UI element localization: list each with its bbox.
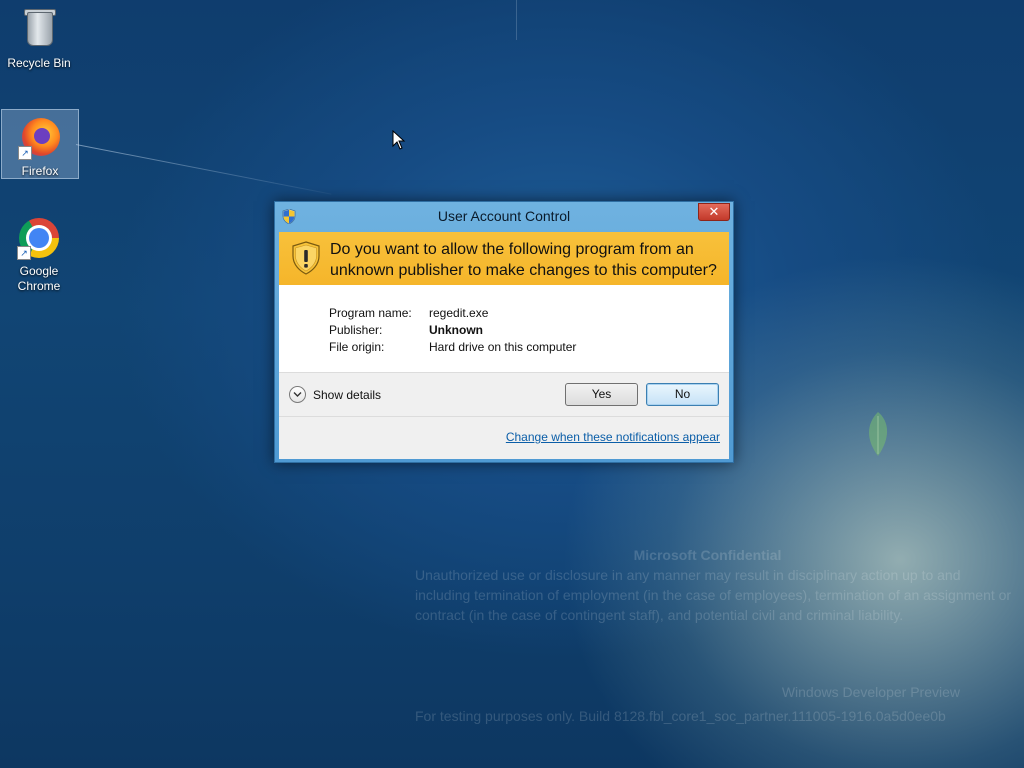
info-row-origin: File origin: Hard drive on this computer	[329, 340, 709, 357]
file-origin-value: Hard drive on this computer	[429, 340, 577, 354]
footer-divider	[279, 416, 729, 417]
desktop-icon-chrome[interactable]: ↗ Google Chrome	[1, 214, 77, 298]
shortcut-arrow-icon: ↗	[17, 246, 31, 260]
shortcut-arrow-icon: ↗	[18, 146, 32, 160]
yes-button[interactable]: Yes	[565, 383, 638, 406]
no-button[interactable]: No	[646, 383, 719, 406]
firefox-icon: ↗	[16, 114, 64, 162]
desktop-icon-firefox[interactable]: ↗ Firefox	[1, 109, 79, 179]
file-origin-label: File origin:	[329, 340, 385, 354]
desktop-icon-label: Google Chrome	[17, 264, 61, 293]
desktop-streak	[516, 0, 517, 40]
program-name-value: regedit.exe	[429, 306, 489, 320]
warning-shield-icon	[292, 241, 320, 275]
program-name-label: Program name:	[329, 306, 412, 320]
warning-banner: Do you want to allow the following progr…	[279, 232, 729, 285]
watermark-title: Microsoft Confidential	[633, 547, 782, 563]
recycle-bin-icon	[15, 6, 63, 54]
desktop[interactable]: { "desktop": { "icons": [ {"label": "Rec…	[0, 0, 1024, 768]
info-row-program: Program name: regedit.exe	[329, 306, 709, 323]
dialog-title: User Account Control	[437, 208, 571, 224]
info-row-publisher: Publisher: Unknown	[329, 323, 709, 340]
dialog-body: Do you want to allow the following progr…	[279, 232, 729, 459]
watermark-build: For testing purposes only. Build 8128.fb…	[415, 708, 946, 724]
chevron-down-icon[interactable]	[289, 386, 306, 403]
show-details-label[interactable]: Show details	[313, 388, 381, 402]
desktop-icon-recycle-bin[interactable]: Recycle Bin	[1, 6, 77, 76]
uac-dialog: User Account Control ✕ Do you want to al…	[274, 201, 734, 463]
wallpaper-leaf	[869, 412, 888, 456]
watermark-build-title: Windows Developer Preview	[781, 684, 960, 700]
dialog-footer: Show details Yes No Change when these no…	[279, 372, 729, 459]
uac-question: Do you want to allow the following progr…	[330, 241, 717, 279]
publisher-value: Unknown	[429, 323, 483, 337]
chrome-icon: ↗	[15, 214, 63, 262]
change-notifications-link[interactable]: Change when these notifications appear	[506, 430, 720, 444]
program-info: Program name: regedit.exe Publisher: Unk…	[329, 306, 709, 357]
dialog-titlebar[interactable]: User Account Control ✕	[275, 202, 733, 231]
watermark-body: Unauthorized use or disclosure in any ma…	[415, 567, 1012, 623]
close-button[interactable]: ✕	[698, 203, 730, 221]
publisher-label: Publisher:	[329, 323, 383, 337]
desktop-icon-label: Recycle Bin	[7, 56, 71, 70]
confidential-watermark: Microsoft Confidential Unauthorized use …	[415, 545, 1015, 625]
desktop-icon-label: Firefox	[21, 164, 59, 178]
desktop-streak	[75, 144, 332, 195]
